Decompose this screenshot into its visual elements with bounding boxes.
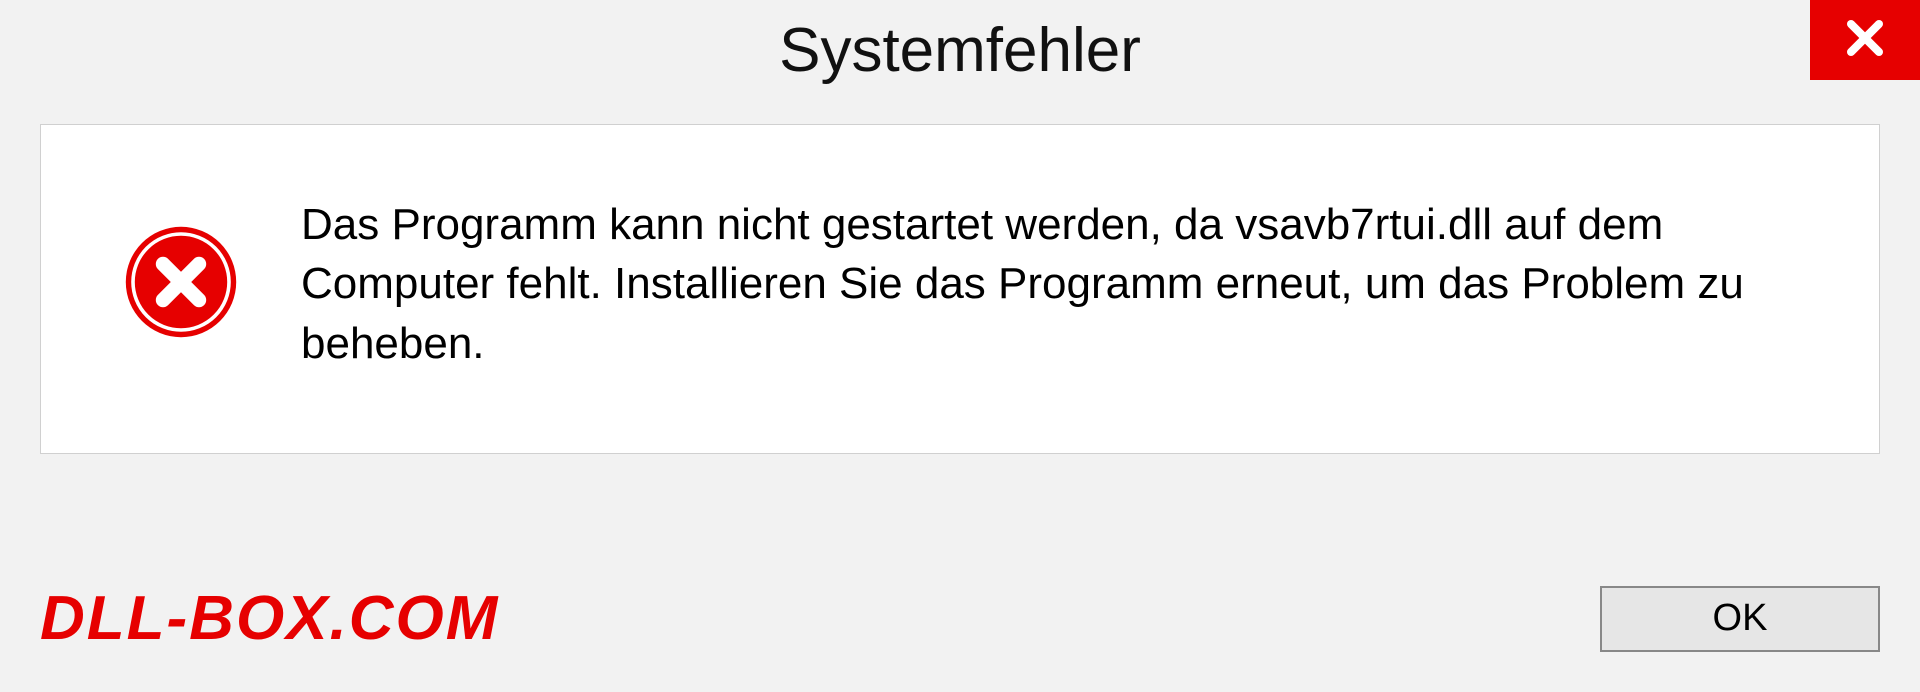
dialog-title: Systemfehler [779, 15, 1141, 86]
dialog-titlebar: Systemfehler [0, 0, 1920, 100]
watermark-text: DLL-BOX.COM [40, 583, 499, 654]
error-message: Das Programm kann nicht gestartet werden… [301, 195, 1801, 373]
ok-button[interactable]: OK [1600, 586, 1880, 652]
dialog-footer: DLL-BOX.COM OK [40, 583, 1880, 654]
close-icon [1841, 14, 1889, 67]
close-button[interactable] [1810, 0, 1920, 80]
dialog-content: Das Programm kann nicht gestartet werden… [40, 124, 1880, 454]
error-icon [121, 222, 241, 347]
